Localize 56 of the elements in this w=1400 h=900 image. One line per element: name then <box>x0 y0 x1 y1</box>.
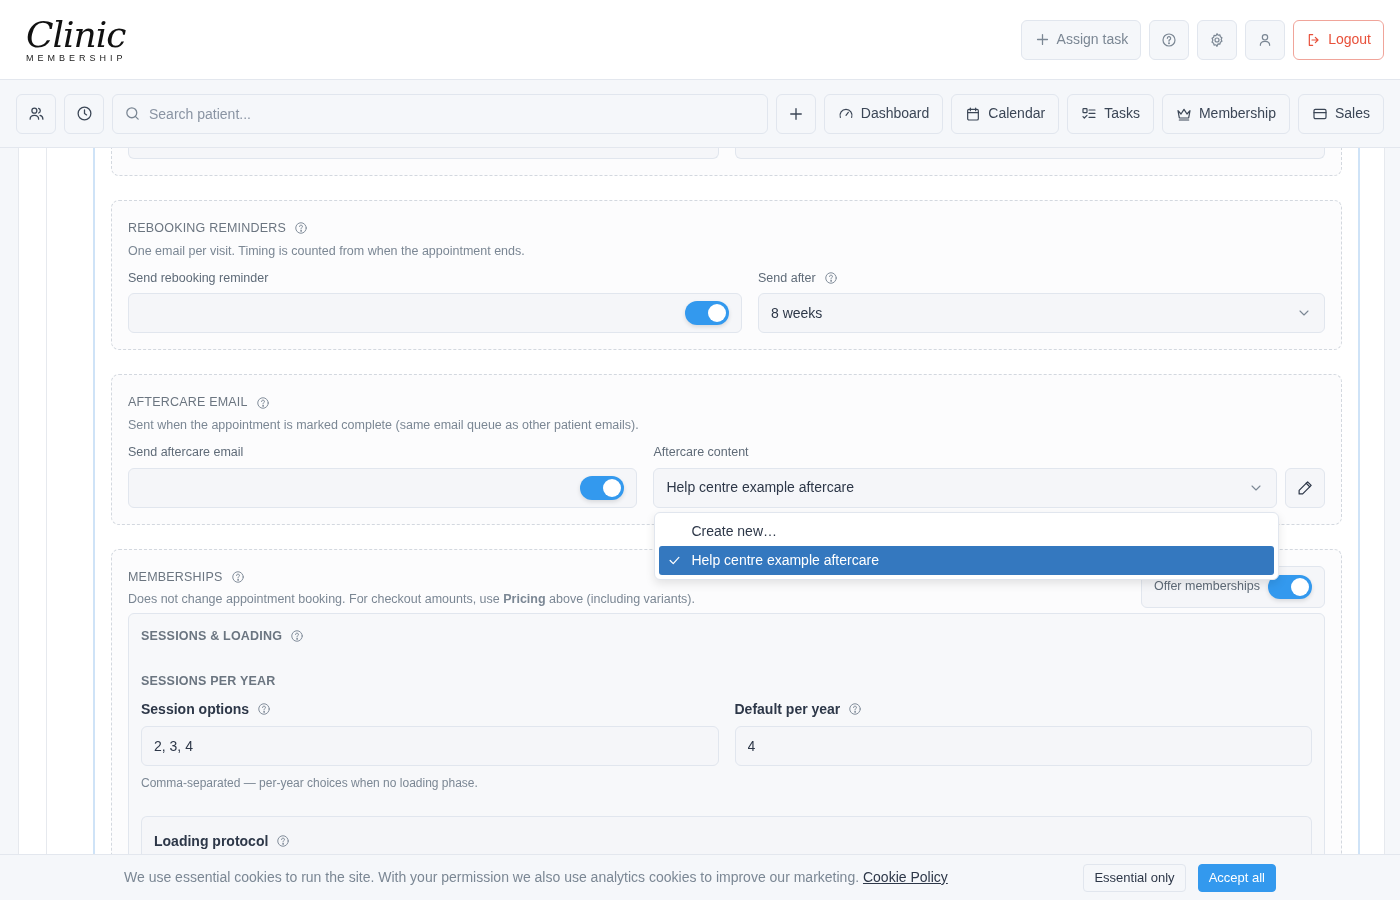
section-description: Sent when the appointment is marked complete (same email queue as other patient emails). <box>128 417 640 434</box>
field-label: Send after <box>758 269 816 287</box>
settings-button[interactable] <box>1197 19 1238 60</box>
logo-subtitle: MEMBERSHIP <box>26 52 127 63</box>
cookie-notice: We use essential cookies to run the site. With your permission we also use analytics cookies to improve our marketing. Cookie Policy <box>124 868 949 887</box>
search-field[interactable]: Search patient... <box>112 93 768 134</box>
logo-wordmark: Clinic <box>26 16 126 53</box>
people-icon <box>27 105 45 122</box>
nav-button[interactable]: Membership <box>1161 93 1290 134</box>
select-field[interactable]: Help centre example aftercare <box>653 467 1277 508</box>
essential-button[interactable]: Essential only <box>1083 863 1186 892</box>
edit-button[interactable] <box>1285 467 1325 508</box>
subpanel-title: Loading protocol <box>154 831 269 851</box>
section-title: REBOOKING REMINDERS <box>128 220 286 237</box>
input-field[interactable] <box>734 148 1325 159</box>
section-title: MEMBERSHIPS <box>128 568 223 586</box>
profile-button[interactable] <box>1245 19 1286 60</box>
toggle-label: Offer memberships <box>1153 578 1260 596</box>
cookie-policy-link[interactable]: Cookie Policy <box>862 869 948 885</box>
input-field[interactable] <box>128 148 719 159</box>
help-icon <box>1161 31 1178 48</box>
nav-button[interactable]: Sales <box>1297 93 1384 134</box>
section-description: Does not change appointment booking. For checkout amounts, use Pricing above (including variants). <box>128 591 695 609</box>
nav-button[interactable]: Calendar <box>951 93 1060 134</box>
toggle-switch[interactable] <box>685 301 729 326</box>
field-label: Session options <box>141 699 250 719</box>
field-hint: Comma-separated — per-year choices when no loading phase. <box>141 774 479 792</box>
logout-button[interactable]: Logout <box>1293 19 1384 60</box>
menu-item[interactable]: Help centre example aftercare <box>659 545 1274 575</box>
panel-title: SESSIONS & LOADING <box>141 628 283 645</box>
select-field[interactable]: 8 weeks <box>758 293 1325 334</box>
nav-button[interactable]: Tasks <box>1067 93 1154 134</box>
add-button[interactable] <box>775 93 816 134</box>
pencil-icon <box>1296 479 1314 496</box>
toggle-switch[interactable] <box>1268 574 1312 599</box>
section-title: AFTERCARE EMAIL <box>128 394 248 412</box>
assign-task-button[interactable]: Assign task <box>1020 19 1142 60</box>
calendar-icon <box>965 105 982 122</box>
section-description: One email per visit. Timing is counted from when the appointment ends. <box>128 242 526 260</box>
panel-subheading: SESSIONS PER YEAR <box>141 672 277 690</box>
input-field[interactable]: 4 <box>734 725 1312 766</box>
settings-icon <box>1209 31 1226 48</box>
field-label: Send rebooking reminder <box>128 269 269 287</box>
checklist-icon <box>1081 105 1098 122</box>
field-label: Aftercare content <box>653 443 749 461</box>
patients-button[interactable] <box>16 93 56 134</box>
input-field[interactable]: 2, 3, 4 <box>141 725 719 766</box>
help-button[interactable] <box>1149 19 1190 60</box>
toggle-switch[interactable] <box>580 475 625 500</box>
field-label: Default per year <box>734 699 841 719</box>
field-label: Send aftercare email <box>128 443 244 461</box>
search-icon <box>124 104 141 122</box>
menu-item[interactable]: Create new… <box>659 516 1274 546</box>
clock-icon <box>75 105 93 122</box>
nav-button[interactable]: Dashboard <box>823 93 944 134</box>
history-button[interactable] <box>64 93 104 134</box>
